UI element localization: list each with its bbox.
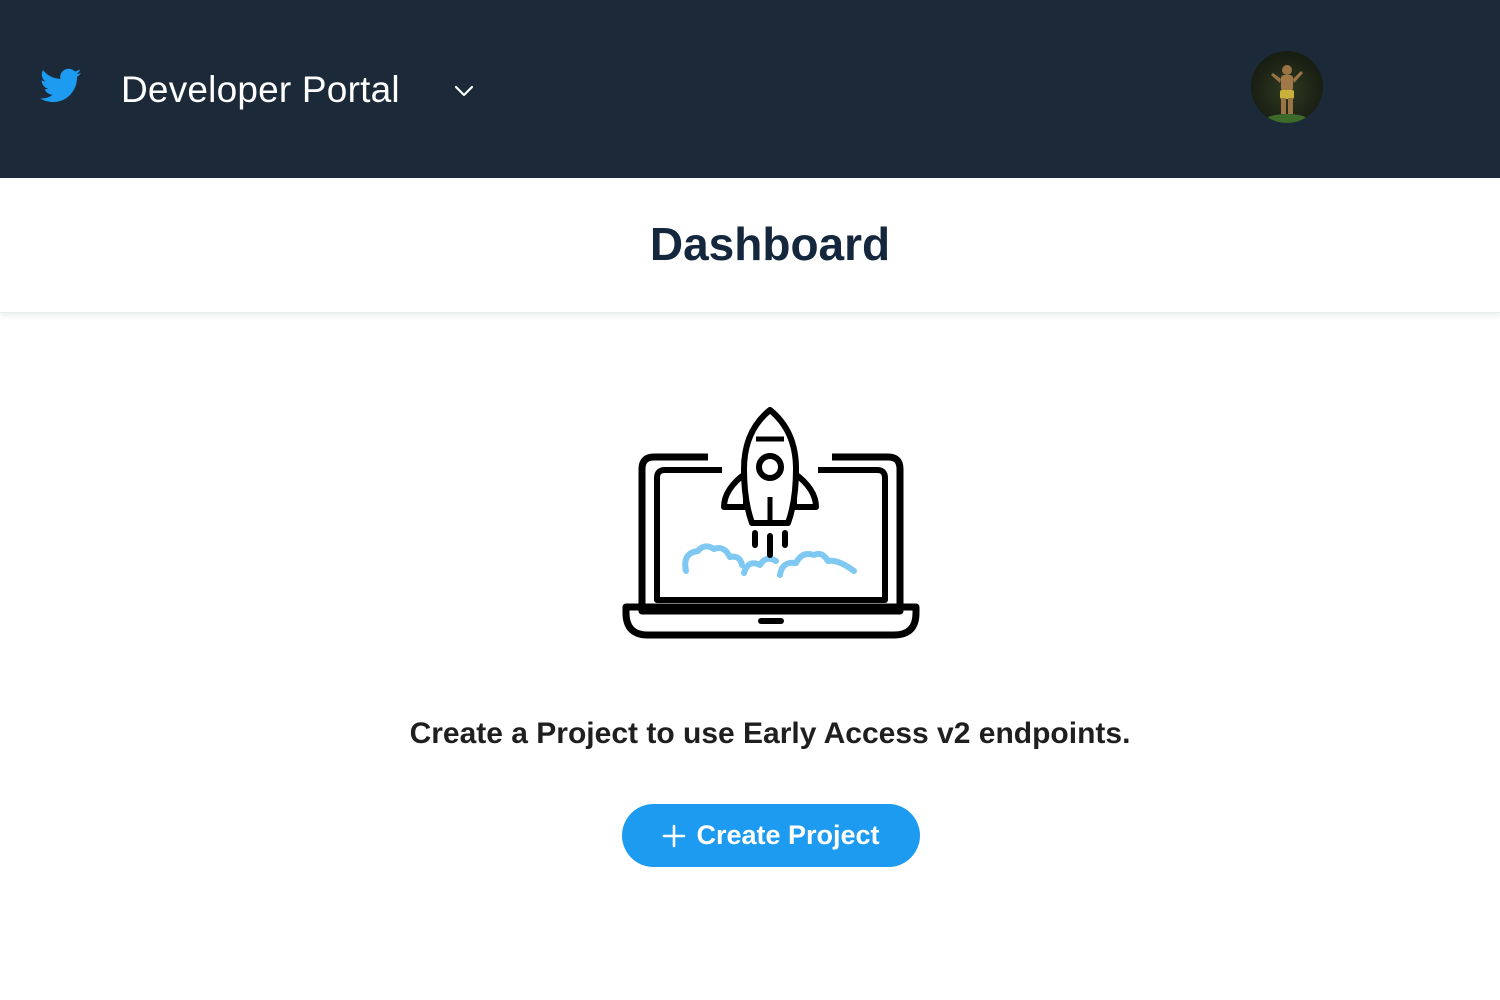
page-header: Dashboard [0,178,1500,313]
avatar-figure-image [1267,65,1307,123]
page-title: Dashboard [649,218,891,270]
plus-icon [663,824,686,847]
create-project-button[interactable]: Create Project [622,804,920,867]
user-avatar[interactable] [1251,51,1323,123]
chevron-down-icon[interactable] [452,81,476,101]
portal-title[interactable]: Developer Portal [121,66,400,114]
create-project-label: Create Project [696,820,880,850]
twitter-bird-icon[interactable] [40,68,82,104]
laptop-rocket-icon [622,407,920,639]
empty-state-message: Create a Project to use Early Access v2 … [409,717,1131,750]
top-navigation-bar: Developer Portal [0,0,1500,178]
